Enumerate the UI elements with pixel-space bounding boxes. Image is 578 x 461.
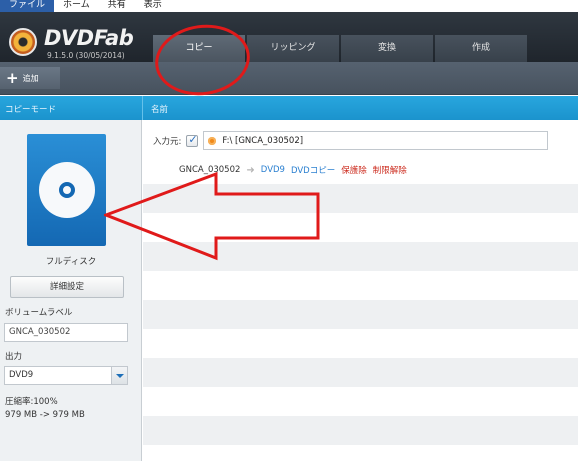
app-logo-text: DVDFab [44,26,134,50]
disc-icon [39,162,95,218]
app-header: DVDFab 9.1.5.0 (30/05/2014) コピー リッピング 変換… [0,12,578,62]
tab-create[interactable]: 作成 [435,35,527,62]
menu-item-share[interactable]: 共有 [99,0,135,12]
toolbar: + 追加 [0,62,578,95]
source-checkbox[interactable] [186,133,199,147]
source-field[interactable]: F:\ [GNCA_030502] [203,131,549,150]
source-line: 入力元: F:\ [GNCA_030502] [153,131,549,150]
list-row [143,300,578,329]
volume-label-title: ボリュームラベル [5,308,73,318]
volume-label-input[interactable]: GNCA_030502 [4,323,128,342]
restriction-note: 制限解除 [372,166,407,176]
source-label: 入力元: [153,136,182,147]
tab-convert[interactable]: 変換 [341,35,433,62]
disc-source-icon [208,136,217,145]
menu-bar: ファイル ホーム 共有 表示 [0,0,578,12]
header-divider [142,96,143,120]
chevron-down-icon[interactable] [111,367,127,384]
annotation-arrow-icon [104,172,320,261]
tab-ripping[interactable]: リッピング [247,35,339,62]
output-title: 出力 [5,352,23,362]
size-info: 979 MB -> 979 MB [5,410,85,420]
output-select[interactable]: DVD9 [4,366,128,385]
menu-item-view[interactable]: 表示 [135,0,171,12]
menu-item-file[interactable]: ファイル [0,0,55,12]
full-disc-mode-card[interactable] [27,134,106,246]
dvdfab-logo-icon [9,28,37,56]
protection-note: 保護除 [341,166,367,176]
add-button-label: 追加 [22,73,39,83]
compression-rate: 圧縮率:100% [5,397,58,407]
name-column-header[interactable]: 名前 [151,103,168,115]
add-button[interactable]: + 追加 [0,67,60,89]
list-row [143,358,578,387]
source-value: F:\ [GNCA_030502] [222,135,304,146]
output-select-value: DVD9 [9,370,34,380]
list-row [143,416,578,445]
menu-item-home[interactable]: ホーム [54,0,99,12]
plus-icon: + [6,68,19,87]
disc-center-ring [59,182,75,198]
advanced-settings-button[interactable]: 詳細設定 [10,276,124,298]
copy-mode-header: コピーモード [5,105,57,115]
app-version: 9.1.5.0 (30/05/2014) [47,51,125,60]
column-header-bar: コピーモード 名前 [0,96,578,120]
